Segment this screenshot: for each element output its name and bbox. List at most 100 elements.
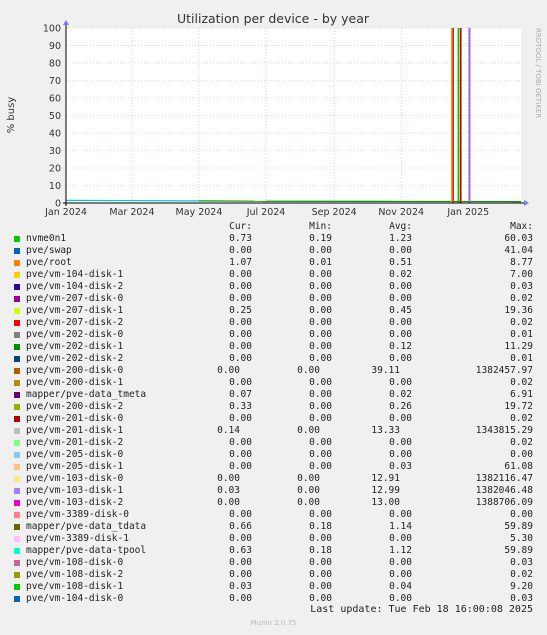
x-tick-labels: Jan 2024 Mar 2024 May 2024 Jul 2024 Sep 2024… xyxy=(44,207,489,218)
legend-min: 0.00 xyxy=(309,329,332,340)
x-tick-label: Jan 2025 xyxy=(446,207,489,218)
legend-max: 0.03 xyxy=(510,281,533,292)
legend-min: 0.00 xyxy=(297,365,320,376)
legend-avg: 0.00 xyxy=(389,281,412,292)
legend-min: 0.00 xyxy=(309,341,332,352)
legend-row: pve/vm-108-disk-1 0.03 0.00 0.04 9.20 xyxy=(0,581,547,593)
legend-max: 59.89 xyxy=(504,545,533,556)
legend-max: 0.02 xyxy=(510,437,533,448)
legend-row: pve/vm-104-disk-1 0.00 0.00 0.02 7.00 xyxy=(0,269,547,281)
legend-row: pve/vm-207-disk-2 0.00 0.00 0.00 0.02 xyxy=(0,317,547,329)
legend-swatch xyxy=(14,272,20,278)
legend-cur: 0.00 xyxy=(229,461,252,472)
legend-row: pve/vm-3389-disk-1 0.00 0.00 0.00 5.30 xyxy=(0,533,547,545)
legend-cur: 0.00 xyxy=(229,449,252,460)
legend-name: pve/vm-200-disk-1 xyxy=(26,377,124,388)
legend-row: pve/vm-3389-disk-0 0.00 0.00 0.00 0.00 xyxy=(0,509,547,521)
legend-avg: 0.00 xyxy=(389,245,412,256)
legend-swatch xyxy=(14,452,20,458)
legend-cur: 0.00 xyxy=(229,353,252,364)
legend-swatch xyxy=(14,584,20,590)
header-min: Min: xyxy=(309,221,332,232)
legend-max: 11.29 xyxy=(504,341,533,352)
legend-name: pve/vm-207-disk-2 xyxy=(26,317,124,328)
legend-name: pve/vm-202-disk-1 xyxy=(26,341,124,352)
legend-min: 0.19 xyxy=(309,233,332,244)
legend-name: pve/vm-103-disk-1 xyxy=(26,485,124,496)
legend-max: 7.00 xyxy=(510,269,533,280)
legend-min: 0.18 xyxy=(309,545,332,556)
legend-row: nvme0n1 0.73 0.19 1.23 60.03 xyxy=(0,233,547,245)
legend-max: 6.91 xyxy=(510,389,533,400)
legend-avg: 0.04 xyxy=(389,581,412,592)
legend-name: pve/swap xyxy=(26,245,72,256)
legend-swatch xyxy=(14,380,20,386)
legend-max: 9.20 xyxy=(510,581,533,592)
legend-max: 19.72 xyxy=(504,401,533,412)
legend-min: 0.00 xyxy=(309,509,332,520)
legend-swatch xyxy=(14,440,20,446)
legend-max: 0.02 xyxy=(510,413,533,424)
legend-row: pve/vm-103-disk-2 0.00 0.00 13.00 1388706.09 xyxy=(0,497,547,509)
legend-avg: 0.00 xyxy=(389,293,412,304)
legend-max: 59.89 xyxy=(504,521,533,532)
y-tick-labels: 0102030405060708090100 xyxy=(43,24,61,210)
legend-min: 0.00 xyxy=(309,449,332,460)
legend-swatch xyxy=(14,344,20,350)
legend-avg: 0.45 xyxy=(389,305,412,316)
legend-avg: 0.00 xyxy=(389,449,412,460)
legend-min: 0.00 xyxy=(309,377,332,388)
legend-name: pve/vm-104-disk-0 xyxy=(26,593,124,604)
legend-max: 0.03 xyxy=(510,557,533,568)
legend-name: pve/vm-3389-disk-1 xyxy=(26,533,129,544)
y-tick-label: 30 xyxy=(49,146,61,157)
legend-name: pve/vm-201-disk-0 xyxy=(26,413,124,424)
legend-cur: 0.00 xyxy=(229,269,252,280)
legend-min: 0.00 xyxy=(297,473,320,484)
legend-max: 1382457.97 xyxy=(475,365,533,376)
legend-swatch xyxy=(14,308,20,314)
legend-cur: 0.00 xyxy=(229,281,252,292)
legend-swatch xyxy=(14,392,20,398)
legend-min: 0.00 xyxy=(309,581,332,592)
legend-avg: 12.99 xyxy=(371,485,400,496)
legend-swatch xyxy=(14,536,20,542)
legend-name: pve/root xyxy=(26,257,72,268)
legend-cur: 0.00 xyxy=(229,509,252,520)
legend-name: pve/vm-108-disk-0 xyxy=(26,557,124,568)
legend-cur: 0.00 xyxy=(217,365,240,376)
legend-min: 0.00 xyxy=(309,317,332,328)
legend-name: pve/vm-205-disk-0 xyxy=(26,449,124,460)
legend-swatch xyxy=(14,260,20,266)
legend-swatch xyxy=(14,404,20,410)
legend-min: 0.00 xyxy=(297,425,320,436)
legend-max: 0.02 xyxy=(510,293,533,304)
legend-cur: 1.07 xyxy=(229,257,252,268)
legend-swatch xyxy=(14,296,20,302)
last-update: Last update: Tue Feb 18 16:00:08 2025 xyxy=(310,604,533,615)
legend-avg: 12.91 xyxy=(371,473,400,484)
legend-avg: 0.00 xyxy=(389,329,412,340)
legend-cur: 0.00 xyxy=(229,245,252,256)
legend-avg: 0.02 xyxy=(389,269,412,280)
legend-max: 41.04 xyxy=(504,245,533,256)
y-tick-label: 100 xyxy=(43,24,61,35)
legend-swatch xyxy=(14,248,20,254)
y-tick-label: 10 xyxy=(49,181,61,192)
y-tick-label: 80 xyxy=(49,59,61,70)
legend-avg: 0.51 xyxy=(389,257,412,268)
legend-swatch xyxy=(14,500,20,506)
x-tick-label: Nov 2024 xyxy=(378,207,424,218)
legend-row: pve/vm-202-disk-1 0.00 0.00 0.12 11.29 xyxy=(0,341,547,353)
legend-avg: 0.00 xyxy=(389,377,412,388)
legend-name: pve/vm-200-disk-2 xyxy=(26,401,124,412)
legend-swatch xyxy=(14,428,20,434)
legend-name: pve/vm-104-disk-2 xyxy=(26,281,124,292)
legend-cur: 0.00 xyxy=(229,317,252,328)
y-tick-label: 50 xyxy=(49,111,61,122)
legend-min: 0.00 xyxy=(309,569,332,580)
legend-min: 0.00 xyxy=(309,437,332,448)
legend-swatch xyxy=(14,596,20,602)
legend-cur: 0.00 xyxy=(229,533,252,544)
legend-cur: 0.66 xyxy=(229,521,252,532)
